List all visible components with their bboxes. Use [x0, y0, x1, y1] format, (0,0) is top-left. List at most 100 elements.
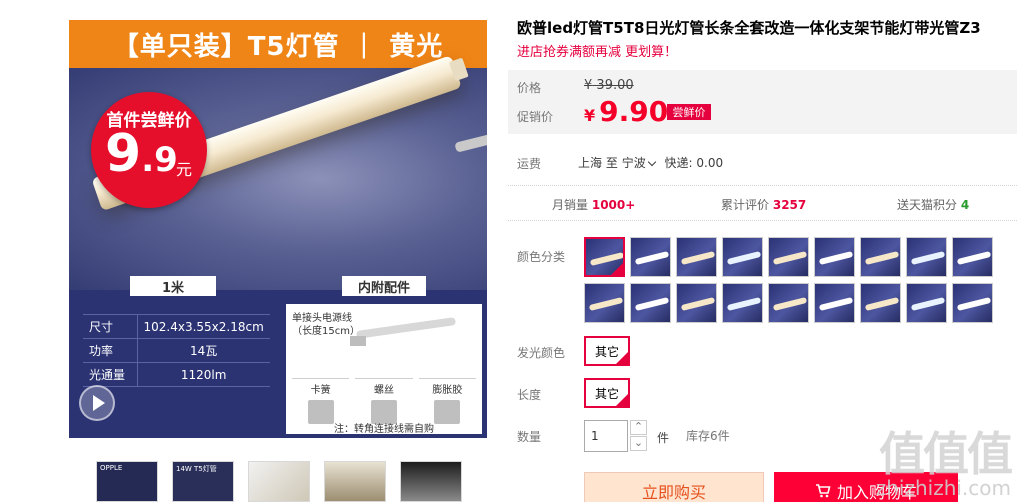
swatch-tube-image — [772, 296, 808, 312]
ship-destination-select[interactable]: 宁波 — [622, 156, 661, 170]
original-price: ¥ 39.00 — [584, 78, 634, 93]
spec-row: 尺寸 102.4x3.55x2.18cm — [83, 314, 270, 339]
spec-key: 光通量 — [83, 362, 138, 387]
selected-check-icon — [616, 394, 629, 406]
swatch-tube-image — [956, 296, 992, 312]
ship-from: 上海 — [578, 156, 603, 170]
color-swatch[interactable] — [906, 237, 947, 277]
sale-price-label: 促销价 — [517, 110, 554, 124]
stock-count: 库存6件 — [686, 429, 730, 443]
swatch-tube-image — [680, 296, 716, 312]
banner-left-text: 【单只装】T5灯管 — [112, 31, 340, 62]
chevron-down-icon — [647, 157, 656, 167]
image-banner: 【单只装】T5灯管 | 黄光 — [69, 20, 487, 68]
selected-check-icon — [611, 263, 623, 275]
buy-now-button[interactable]: 立即购买 — [584, 472, 764, 502]
quantity-decrease-button[interactable]: ⌄ — [630, 436, 647, 451]
thumbnail[interactable]: 14W T5灯管 — [172, 461, 234, 502]
color-swatch[interactable] — [722, 237, 763, 277]
spec-row: 光通量 1120lm — [83, 362, 270, 387]
swatch-tube-image — [864, 250, 900, 266]
banner-separator: | — [359, 29, 370, 59]
accessories-tag: 内附配件 — [342, 276, 426, 296]
accessory-cable-title: 单接头电源线 （长度15cm） — [292, 313, 360, 337]
spec-value: 14瓦 — [137, 338, 270, 363]
original-price-label: 价格 — [517, 81, 542, 95]
review-count[interactable]: 累计评价 3257 — [721, 196, 806, 213]
sale-price: ¥9.90 — [584, 95, 669, 128]
swatch-tube-image — [726, 296, 762, 312]
quantity-increase-button[interactable]: ⌃ — [630, 420, 647, 435]
color-swatch[interactable] — [814, 237, 855, 277]
video-play-button[interactable] — [79, 385, 115, 421]
swatch-tube-image — [818, 296, 854, 312]
badge-unit: 元 — [176, 160, 193, 179]
color-swatch[interactable] — [860, 283, 901, 323]
length-option[interactable]: 其它 — [584, 378, 631, 408]
accessory-note: 注：转角连接线需自购 — [334, 424, 434, 435]
ship-to-word: 至 — [605, 156, 618, 170]
promo-price-tag: 尝鲜价 — [667, 104, 711, 120]
tmall-points: 送天猫积分 4 — [897, 198, 970, 212]
thumbnail[interactable] — [248, 461, 310, 502]
spec-row: 功率 14瓦 — [83, 338, 270, 363]
swatch-tube-image — [818, 250, 854, 266]
main-product-image[interactable]: 【单只装】T5灯管 | 黄光 首件尝鲜价 9.9 元 1米 内附配件 尺寸 10… — [69, 20, 487, 438]
power-plug-image — [350, 336, 366, 346]
play-icon — [93, 395, 105, 411]
color-swatch[interactable] — [584, 237, 625, 277]
color-swatch[interactable] — [768, 237, 809, 277]
color-swatch[interactable] — [676, 237, 717, 277]
spec-value: 1120lm — [137, 362, 270, 387]
ship-express: 快递: 0.00 — [664, 156, 724, 170]
power-cable-image — [355, 317, 457, 339]
thumbnail[interactable] — [400, 461, 462, 502]
color-swatch[interactable] — [630, 283, 671, 323]
color-swatch[interactable] — [584, 283, 625, 323]
swatch-tube-image — [588, 296, 624, 312]
badge-price: 9.9 — [105, 124, 178, 184]
color-swatch[interactable] — [676, 283, 717, 323]
color-swatch-grid — [584, 237, 1004, 323]
thumbnail[interactable]: OPPLE — [96, 461, 158, 502]
swatch-tube-image — [864, 296, 900, 312]
cart-icon — [815, 484, 831, 498]
spec-key: 尺寸 — [83, 314, 138, 339]
color-swatch[interactable] — [952, 237, 993, 277]
color-swatch[interactable] — [952, 283, 993, 323]
color-swatch[interactable] — [768, 283, 809, 323]
swatch-tube-image — [772, 250, 808, 266]
quantity-label: 数量 — [517, 430, 542, 444]
color-swatch[interactable] — [860, 237, 901, 277]
color-swatch[interactable] — [722, 283, 763, 323]
swatch-tube-image — [956, 250, 992, 266]
product-title: 欧普led灯管T5T8日光灯管长条全套改造一体化支架节能灯带光管Z3 — [517, 19, 981, 37]
promo-text[interactable]: 进店抢券满额再减 更划算！ — [517, 41, 677, 60]
quantity-input[interactable] — [584, 420, 628, 452]
light-color-label: 发光颜色 — [517, 346, 566, 360]
selected-check-icon — [616, 352, 629, 364]
quantity-unit: 件 — [657, 431, 670, 445]
color-label: 颜色分类 — [517, 250, 566, 264]
shipping-info: 上海 至 宁波 快递: 0.00 — [578, 154, 723, 171]
color-swatch[interactable] — [814, 283, 855, 323]
thumbnail-strip: OPPLE 14W T5灯管 — [96, 461, 462, 502]
swatch-tube-image — [910, 296, 946, 312]
length-tag: 1米 — [130, 276, 216, 296]
tube-cable-image — [454, 133, 487, 153]
price-badge: 首件尝鲜价 9.9 元 — [91, 92, 207, 208]
swatch-tube-image — [680, 250, 716, 266]
light-color-option[interactable]: 其它 — [584, 336, 631, 366]
color-swatch[interactable] — [906, 283, 947, 323]
swatch-tube-image — [910, 250, 946, 266]
length-label: 长度 — [517, 388, 542, 402]
color-swatch[interactable] — [630, 237, 671, 277]
accessories-box: 单接头电源线 （长度15cm） 卡簧 螺丝 膨胀胶 注：转角连接线需自购 — [286, 304, 482, 435]
banner-right-text: 黄光 — [389, 31, 444, 62]
swatch-tube-image — [634, 296, 670, 312]
sales-stats: 月销量 1000+ 累计评价 3257 送天猫积分 4 — [508, 185, 1017, 221]
monthly-sales: 月销量 1000+ — [552, 198, 636, 212]
add-to-cart-button[interactable]: 加入购物车 — [774, 472, 958, 502]
thumbnail[interactable] — [324, 461, 386, 502]
spec-table: 尺寸 102.4x3.55x2.18cm 功率 14瓦 光通量 1120lm — [83, 314, 270, 387]
